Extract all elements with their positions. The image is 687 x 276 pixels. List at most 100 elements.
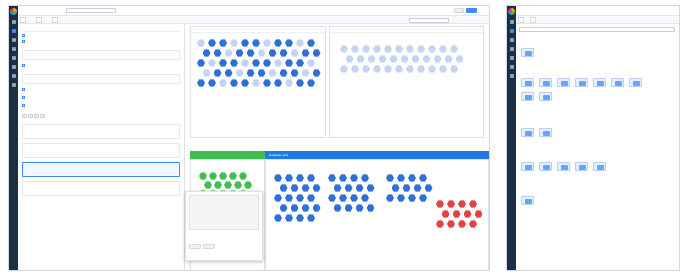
status-hex[interactable] <box>328 194 336 202</box>
status-hex[interactable] <box>413 184 422 192</box>
widget-tile[interactable] <box>557 78 570 87</box>
status-hex[interactable] <box>279 69 288 77</box>
status-hex[interactable] <box>355 204 364 212</box>
status-hex[interactable] <box>290 184 299 192</box>
status-hex[interactable] <box>312 184 321 192</box>
status-hex[interactable] <box>268 69 277 77</box>
status-hex[interactable] <box>202 49 211 57</box>
status-hex[interactable] <box>345 55 354 63</box>
status-hex[interactable] <box>244 181 252 189</box>
panel-row[interactable] <box>22 64 180 67</box>
widget-tile[interactable] <box>521 92 534 101</box>
panel-row[interactable] <box>22 96 180 99</box>
status-hex[interactable] <box>367 55 376 63</box>
status-hex[interactable] <box>274 79 282 87</box>
status-hex[interactable] <box>197 59 205 67</box>
status-hex[interactable] <box>285 39 293 47</box>
status-hex[interactable] <box>373 45 381 53</box>
widget-tile[interactable] <box>521 162 534 171</box>
nav-devices-icon[interactable] <box>11 56 16 60</box>
filter-chip[interactable] <box>22 114 27 118</box>
status-hex[interactable] <box>397 194 405 202</box>
widget-tile[interactable] <box>557 162 570 171</box>
nav-reports-icon[interactable] <box>11 47 16 51</box>
status-hex[interactable] <box>424 184 433 192</box>
widget-tile[interactable] <box>593 162 606 171</box>
status-hex[interactable] <box>263 39 271 47</box>
search-input[interactable] <box>66 8 116 13</box>
status-hex[interactable] <box>274 214 282 222</box>
widget-panel-b[interactable] <box>329 26 484 138</box>
status-hex[interactable] <box>366 204 375 212</box>
status-hex[interactable] <box>350 174 358 182</box>
nav-alerts-icon[interactable] <box>509 38 514 42</box>
status-hex[interactable] <box>235 69 244 77</box>
status-hex[interactable] <box>344 184 353 192</box>
panel-row[interactable] <box>22 34 180 37</box>
nav-dashboards-icon[interactable] <box>509 29 514 33</box>
nav-search-icon[interactable] <box>11 65 16 69</box>
status-hex[interactable] <box>406 45 414 53</box>
status-hex[interactable] <box>208 79 216 87</box>
status-hex[interactable] <box>219 39 227 47</box>
status-hex[interactable] <box>263 79 271 87</box>
status-hex[interactable] <box>219 79 227 87</box>
status-hex[interactable] <box>386 174 394 182</box>
status-hex[interactable] <box>307 194 315 202</box>
status-hex[interactable] <box>274 39 282 47</box>
status-hex[interactable] <box>450 45 458 53</box>
list-item[interactable] <box>22 143 180 158</box>
status-hex[interactable] <box>447 220 455 228</box>
status-hex[interactable] <box>447 200 455 208</box>
status-hex[interactable] <box>391 184 400 192</box>
status-hex[interactable] <box>406 65 414 73</box>
status-hex[interactable] <box>417 45 425 53</box>
preview-button[interactable] <box>189 244 201 249</box>
status-hex[interactable] <box>230 79 238 87</box>
status-hex[interactable] <box>202 69 211 77</box>
status-hex[interactable] <box>340 65 348 73</box>
widget-tile[interactable] <box>539 128 552 137</box>
status-hex[interactable] <box>296 214 304 222</box>
status-hex[interactable] <box>268 49 277 57</box>
status-hex[interactable] <box>366 184 375 192</box>
status-hex[interactable] <box>436 200 444 208</box>
status-hex[interactable] <box>230 59 238 67</box>
nav-reports-icon[interactable] <box>509 47 514 51</box>
status-hex[interactable] <box>208 59 216 67</box>
status-hex[interactable] <box>361 194 369 202</box>
status-hex[interactable] <box>246 49 255 57</box>
status-hex[interactable] <box>386 194 394 202</box>
status-hex[interactable] <box>373 65 381 73</box>
status-hex[interactable] <box>469 220 477 228</box>
panel-row[interactable] <box>22 104 180 107</box>
status-hex[interactable] <box>213 49 222 57</box>
status-hex[interactable] <box>384 45 392 53</box>
status-hex[interactable] <box>351 65 359 73</box>
list-item[interactable] <box>22 181 180 196</box>
status-hex[interactable] <box>419 174 427 182</box>
status-hex[interactable] <box>219 59 227 67</box>
status-hex[interactable] <box>378 55 387 63</box>
status-hex[interactable] <box>214 181 222 189</box>
widget-tile[interactable] <box>539 162 552 171</box>
search-input[interactable] <box>519 27 675 32</box>
status-hex[interactable] <box>361 174 369 182</box>
status-hex[interactable] <box>312 204 321 212</box>
status-hex[interactable] <box>197 79 205 87</box>
status-hex[interactable] <box>285 214 293 222</box>
status-hex[interactable] <box>209 172 217 180</box>
status-hex[interactable] <box>411 55 420 63</box>
status-hex[interactable] <box>224 49 233 57</box>
status-hex[interactable] <box>241 59 249 67</box>
list-item-selected[interactable] <box>22 162 180 177</box>
status-hex[interactable] <box>428 65 436 73</box>
status-hex[interactable] <box>301 49 310 57</box>
status-hex[interactable] <box>307 79 315 87</box>
status-hex[interactable] <box>419 194 427 202</box>
cancel-button[interactable] <box>454 8 464 13</box>
status-hex[interactable] <box>408 174 416 182</box>
widget-tile[interactable] <box>575 78 588 87</box>
status-hex[interactable] <box>439 65 447 73</box>
status-hex[interactable] <box>296 79 304 87</box>
